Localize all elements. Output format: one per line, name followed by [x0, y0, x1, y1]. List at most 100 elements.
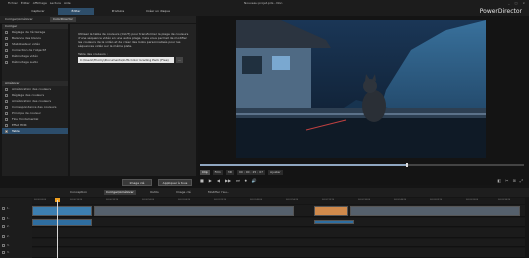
checkbox-icon[interactable] [5, 111, 8, 115]
transport-controls: ■ ▶ ◀ ▶▶ ⏭ ⏺ 🔊 [200, 178, 257, 183]
window-title: Nouveau projet.pds - Non [244, 1, 283, 5]
tab-create-disc[interactable]: Créer un disque [140, 8, 176, 15]
play-icon[interactable]: ▶ [209, 178, 212, 183]
track-audio-1[interactable] [32, 218, 525, 227]
record-icon[interactable]: ⏺ [245, 178, 247, 183]
checkbox-icon[interactable] [5, 60, 8, 64]
maximize-icon[interactable]: □ [515, 1, 518, 5]
mode-3d[interactable]: 3D [225, 170, 234, 175]
track-headers: 1. 1. 2. 2. 3. 3. [0, 198, 32, 258]
ruler-label: 00;00;16;20 [70, 199, 83, 201]
video-clip[interactable] [32, 206, 92, 216]
lock-icon[interactable] [2, 235, 5, 238]
track-label: 1. [7, 217, 10, 220]
menu-file[interactable]: Fichier [8, 1, 18, 5]
stop-icon[interactable]: ■ [200, 178, 204, 183]
fast-forward-icon[interactable]: ⏭ [236, 178, 240, 183]
menu-view[interactable]: Affichage [33, 1, 47, 5]
tool-label: Réglage des couleurs [12, 93, 45, 97]
timeline-toolbar: Conception Corriger/Améliorer Outils Ima… [0, 188, 529, 197]
previous-frame-icon[interactable]: ◀ [217, 178, 220, 183]
mode-tabs: Capturer Éditer Produire Créer un disque [0, 7, 529, 16]
lock-icon[interactable] [2, 251, 5, 254]
main-menu: Fichier Éditer Affichage Lecture Aide [8, 1, 71, 5]
track-header-audio-3[interactable]: 3. [2, 251, 9, 254]
track-header-video-1[interactable]: 1. [2, 207, 9, 210]
tab-colordirector[interactable]: ColorDirector [50, 17, 76, 22]
timecode-display[interactable]: 00 ; 00 ; 25 ; 07 [237, 170, 266, 175]
checkbox-icon[interactable] [5, 87, 8, 91]
toolbar-keyframe[interactable]: Image clé [176, 190, 191, 195]
mode-film[interactable]: Film [212, 170, 223, 175]
browse-button[interactable]: ... [176, 57, 183, 63]
checkbox-icon[interactable] [5, 54, 8, 58]
toolbar-fix-enhance[interactable]: Corriger/Améliorer [104, 190, 136, 195]
checkbox-icon[interactable] [5, 129, 8, 133]
toolbar-design[interactable]: Conception [70, 190, 87, 195]
checkbox-icon[interactable] [5, 117, 8, 121]
menu-help[interactable]: Aide [64, 1, 71, 5]
track-header-audio-1[interactable]: 1. [2, 217, 9, 220]
ruler-label: 00;01;40;00 [250, 199, 263, 201]
track-video-1[interactable] [32, 205, 525, 217]
video-clip[interactable] [94, 206, 294, 216]
tab-produce[interactable]: Produire [100, 8, 136, 15]
video-clip[interactable] [350, 206, 520, 216]
lock-icon[interactable] [2, 225, 5, 228]
track-header-audio-2[interactable]: 2. [2, 235, 9, 238]
grid-icon[interactable]: ⊞ [512, 178, 515, 183]
track-header-video-2[interactable]: 2. [2, 225, 9, 228]
track-video-2[interactable] [32, 228, 525, 238]
brand-logo: PowerDirector [479, 8, 522, 15]
ruler-label: 00;02;13;10 [322, 199, 335, 201]
track-header-video-3[interactable]: 3. [2, 244, 9, 247]
checkbox-icon[interactable] [5, 99, 8, 103]
keyframe-button[interactable]: Image clé [122, 179, 152, 186]
track-label: 3. [7, 251, 10, 254]
close-icon[interactable]: × [522, 1, 525, 5]
tool-label: Effet HDR [12, 123, 27, 127]
toolbar-modify[interactable]: Modifier l'au... [208, 190, 229, 195]
preview-video[interactable] [236, 20, 486, 158]
tab-edit[interactable]: Éditer [58, 8, 94, 15]
track-video-3[interactable] [32, 248, 525, 258]
tool-label: Amélioration des couleurs [12, 87, 52, 91]
minimize-icon[interactable]: _ [508, 1, 510, 5]
next-frame-icon[interactable]: ▶▶ [225, 178, 231, 183]
checkbox-icon[interactable] [5, 30, 8, 34]
audio-clip[interactable] [314, 220, 354, 224]
snapshot-icon[interactable]: ◧ [497, 178, 501, 183]
checkbox-icon[interactable] [5, 123, 8, 127]
apply-all-button[interactable]: Appliquer à tous [158, 179, 192, 186]
scrubber-handle[interactable] [406, 163, 409, 167]
preview-scrubber[interactable] [200, 163, 524, 167]
menu-bar: Fichier Éditer Affichage Lecture Aide No… [0, 0, 529, 7]
checkbox-icon[interactable] [5, 48, 8, 52]
color-table-path-field[interactable]: C:\Users\Thomy\Documents\LUTs Color Grad… [78, 57, 174, 63]
toolbar-tools[interactable]: Outils [150, 190, 159, 195]
track-audio-2[interactable] [32, 239, 525, 247]
video-clip[interactable] [314, 206, 348, 216]
tool-item-color-table[interactable]: Table [2, 128, 68, 134]
split-icon[interactable]: ✂ [505, 178, 508, 183]
lock-icon[interactable] [2, 217, 5, 220]
lock-icon[interactable] [2, 207, 5, 210]
checkbox-icon[interactable] [5, 105, 8, 109]
checkbox-icon[interactable] [5, 36, 8, 40]
tab-capture[interactable]: Capturer [20, 8, 56, 15]
tool-label: Correction de l'objectif [12, 48, 46, 52]
audio-clip[interactable] [32, 219, 92, 226]
tool-label: Débruitage audio [12, 60, 39, 64]
mode-clip[interactable]: Clip [200, 170, 210, 175]
checkbox-icon[interactable] [5, 93, 8, 97]
fit-dropdown[interactable]: Ajuster [268, 170, 283, 175]
timeline-ruler[interactable]: 00;00;00;00 00;00;16;20 00;00;33;10 00;0… [32, 198, 525, 204]
menu-playback[interactable]: Lecture [50, 1, 61, 5]
volume-icon[interactable]: 🔊 [252, 178, 257, 183]
menu-edit[interactable]: Éditer [21, 1, 30, 5]
lock-icon[interactable] [2, 244, 5, 247]
checkbox-icon[interactable] [5, 42, 8, 46]
panel-title: Corriger/Améliorer [5, 17, 33, 21]
timeline-playhead[interactable] [57, 200, 58, 258]
fullscreen-icon[interactable]: ⤢ [520, 178, 523, 183]
